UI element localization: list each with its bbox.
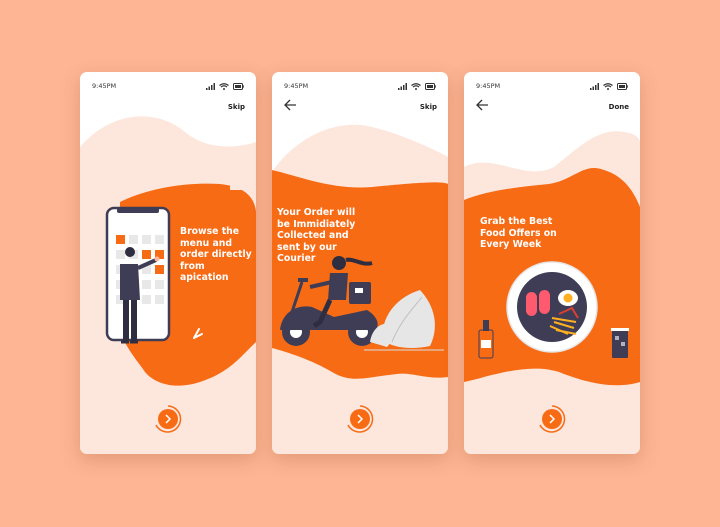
chevron-right-icon	[539, 405, 566, 433]
next-button[interactable]	[345, 404, 375, 434]
next-button[interactable]	[153, 404, 183, 434]
food-plate-illustration	[478, 261, 629, 359]
chevron-right-icon	[155, 405, 182, 433]
onboarding-screen-1: 9:45PM Skip Browse the menu and order di…	[80, 72, 256, 454]
onboarding-caption: Browse the menu and order directly from …	[180, 226, 252, 283]
chevron-right-icon	[347, 405, 374, 433]
onboarding-screen-2: 9:45PM Skip Your Order will be Immidiate…	[272, 72, 448, 454]
next-button[interactable]	[537, 404, 567, 434]
courier-scooter-illustration	[280, 256, 444, 351]
onboarding-screen-3: 9:45PM Done Grab the Best Food Offers on…	[464, 72, 640, 454]
